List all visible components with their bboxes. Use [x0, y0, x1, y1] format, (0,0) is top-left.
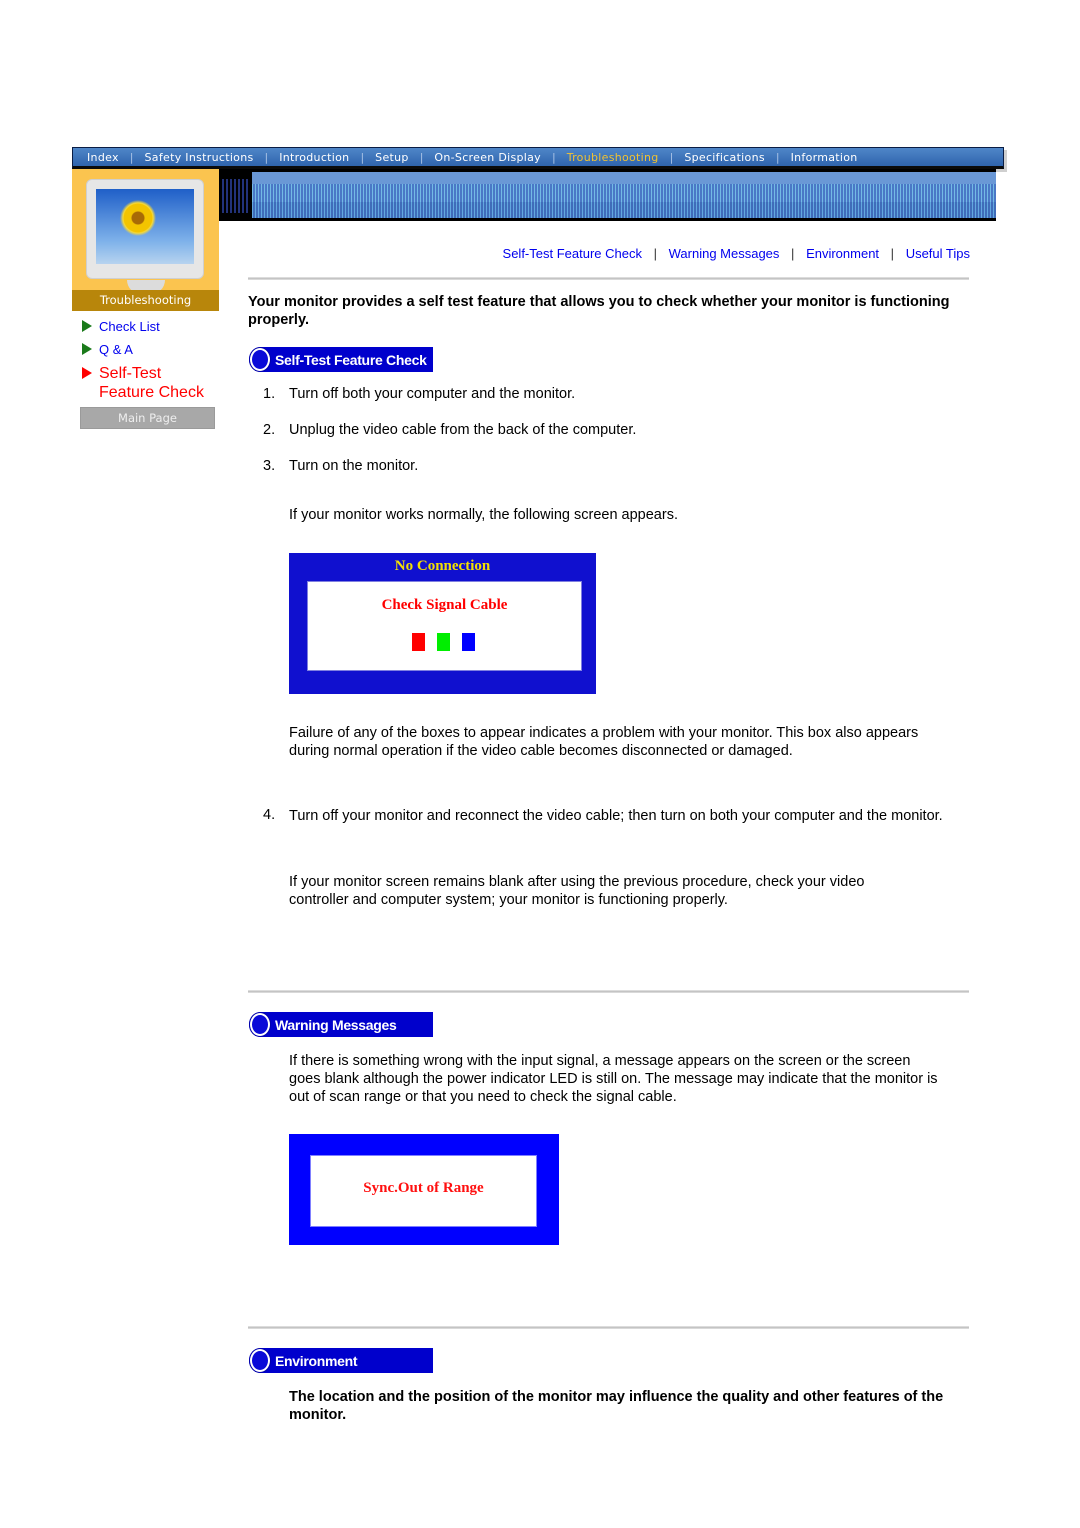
sunflower-icon	[120, 200, 156, 236]
header-banner	[219, 169, 996, 221]
section-caption: Troubleshooting	[72, 290, 219, 311]
osd-message: Sync.Out of Range	[363, 1180, 484, 1196]
sidebar-item-check-list[interactable]: Check List	[82, 318, 222, 335]
banner-logo-icon	[222, 179, 248, 213]
sidebar-item-self-test[interactable]: Self-Test Feature Check	[82, 364, 222, 402]
sidebar-item-qa[interactable]: Q & A	[82, 341, 222, 358]
banner-stripe	[252, 172, 996, 218]
subnav-self-test[interactable]: Self-Test Feature Check	[503, 246, 642, 261]
environment-heading: Environment	[249, 1348, 433, 1373]
subnav-separator: |	[653, 246, 657, 261]
sidebar-item-label: Self-Test Feature Check	[99, 365, 204, 401]
subnav-separator: |	[890, 246, 895, 261]
bullet-circle-icon	[250, 1349, 270, 1372]
environment-text: The location and the position of the mon…	[289, 1389, 944, 1423]
blank-note: If your monitor screen remains blank aft…	[289, 874, 865, 908]
arrow-right-icon	[82, 320, 92, 332]
failure-note: Failure of any of the boxes to appear in…	[289, 725, 919, 759]
osd-message: Check Signal Cable	[381, 597, 508, 613]
arrow-right-icon	[82, 343, 92, 355]
self-test-heading: Self-Test Feature Check	[249, 347, 433, 372]
bullet-circle-icon	[250, 348, 270, 371]
main-page-button[interactable]: Main Page	[80, 407, 215, 429]
step-2: 2. Unplug the video cable from the back o…	[263, 422, 637, 438]
nav-separator: |	[360, 150, 365, 164]
top-navigation: Index | Safety Instructions | Introducti…	[72, 147, 1004, 169]
step-1: 1. Turn off both your computer and the mo…	[263, 386, 576, 402]
bullet-circle-icon	[250, 1013, 270, 1036]
subnav-separator: |	[791, 246, 795, 261]
sidebar-navigation: Check List Q & A Self-Test Feature Check	[82, 318, 222, 408]
nav-introduction[interactable]: Introduction	[279, 151, 349, 164]
sidebar-item-label: Q & A	[99, 342, 133, 357]
nav-separator: |	[419, 150, 424, 164]
nav-safety-instructions[interactable]: Safety Instructions	[145, 151, 254, 164]
osd-title: No Connection	[394, 558, 491, 574]
arrow-right-icon	[82, 367, 92, 379]
step-4: 4. Turn off your monitor and reconnect th…	[263, 807, 943, 824]
subnav-environment[interactable]: Environment	[806, 246, 879, 261]
divider	[248, 1326, 969, 1329]
nav-index[interactable]: Index	[87, 151, 119, 164]
nav-separator: |	[551, 150, 556, 164]
divider	[248, 277, 969, 280]
divider	[248, 990, 969, 993]
nav-separator: |	[669, 150, 674, 164]
nav-separator: |	[264, 150, 269, 164]
subnav-warning-messages[interactable]: Warning Messages	[669, 246, 780, 261]
red-box	[412, 633, 425, 651]
step-3: 3. Turn on the monitor.	[263, 458, 419, 474]
osd-no-connection: No Connection Check Signal Cable	[289, 553, 596, 694]
blue-box	[462, 633, 475, 651]
osd-message-box: Sync.Out of Range	[310, 1155, 537, 1227]
nav-specifications[interactable]: Specifications	[684, 151, 765, 164]
nav-separator: |	[129, 150, 134, 164]
nav-separator: |	[775, 150, 780, 164]
osd-message-box: Check Signal Cable	[307, 581, 582, 671]
nav-troubleshooting[interactable]: Troubleshooting	[567, 151, 659, 164]
intro-text: Your monitor provides a self test featur…	[248, 294, 950, 328]
warning-messages-heading: Warning Messages	[249, 1012, 433, 1037]
green-box	[437, 633, 450, 651]
section-subnav: Self-Test Feature Check | Warning Messag…	[503, 246, 970, 261]
normal-note: If your monitor works normally, the foll…	[289, 507, 678, 523]
nav-information[interactable]: Information	[791, 151, 858, 164]
monitor-icon	[86, 179, 204, 294]
sidebar-item-label: Check List	[99, 319, 160, 334]
warning-text: If there is something wrong with the inp…	[289, 1053, 938, 1105]
subnav-useful-tips[interactable]: Useful Tips	[906, 246, 970, 261]
nav-setup[interactable]: Setup	[375, 151, 409, 164]
osd-sync-out-of-range: Sync.Out of Range	[289, 1134, 559, 1245]
nav-on-screen-display[interactable]: On-Screen Display	[434, 151, 541, 164]
